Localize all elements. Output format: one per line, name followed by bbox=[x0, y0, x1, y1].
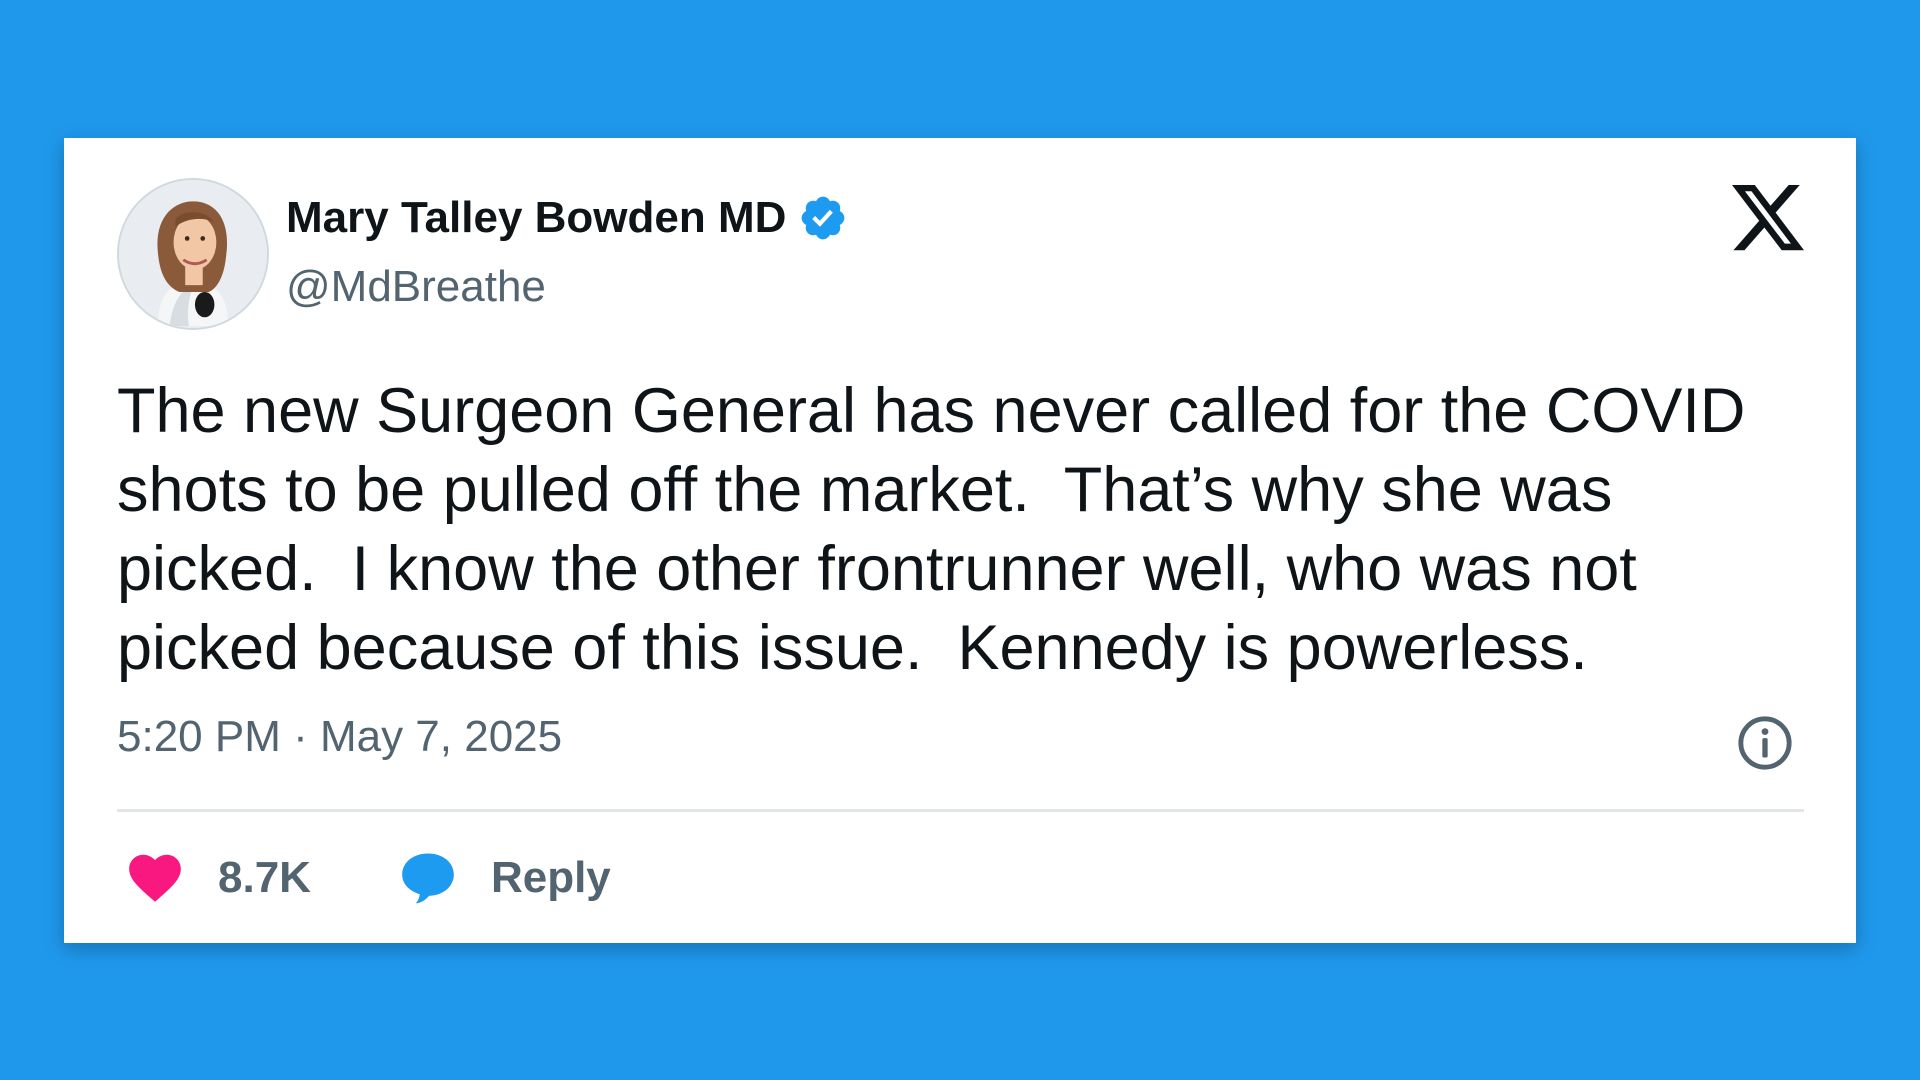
tweet-card: Mary Talley Bowden MD @MdBreathe The new… bbox=[64, 138, 1856, 943]
author-display-name[interactable]: Mary Talley Bowden MD bbox=[286, 193, 786, 243]
avatar-photo-icon bbox=[119, 180, 267, 328]
tweet-text: The new Surgeon General has never called… bbox=[117, 376, 1763, 683]
reply-button[interactable]: Reply bbox=[397, 847, 611, 909]
speech-bubble-icon bbox=[397, 847, 459, 909]
verified-badge-icon bbox=[798, 193, 848, 243]
author-handle[interactable]: @MdBreathe bbox=[286, 262, 546, 312]
author-name-row: Mary Talley Bowden MD bbox=[286, 190, 848, 246]
avatar[interactable] bbox=[117, 178, 269, 330]
tweet-actions: 8.7K Reply bbox=[124, 846, 611, 910]
like-button[interactable]: 8.7K bbox=[124, 847, 311, 909]
divider bbox=[117, 809, 1804, 812]
info-icon[interactable] bbox=[1736, 714, 1794, 772]
x-logo-icon[interactable] bbox=[1732, 184, 1804, 252]
reply-label: Reply bbox=[490, 853, 611, 902]
like-count: 8.7K bbox=[218, 853, 311, 902]
heart-icon bbox=[124, 847, 186, 909]
tweet-timestamp[interactable]: 5:20 PM · May 7, 2025 bbox=[117, 712, 562, 762]
